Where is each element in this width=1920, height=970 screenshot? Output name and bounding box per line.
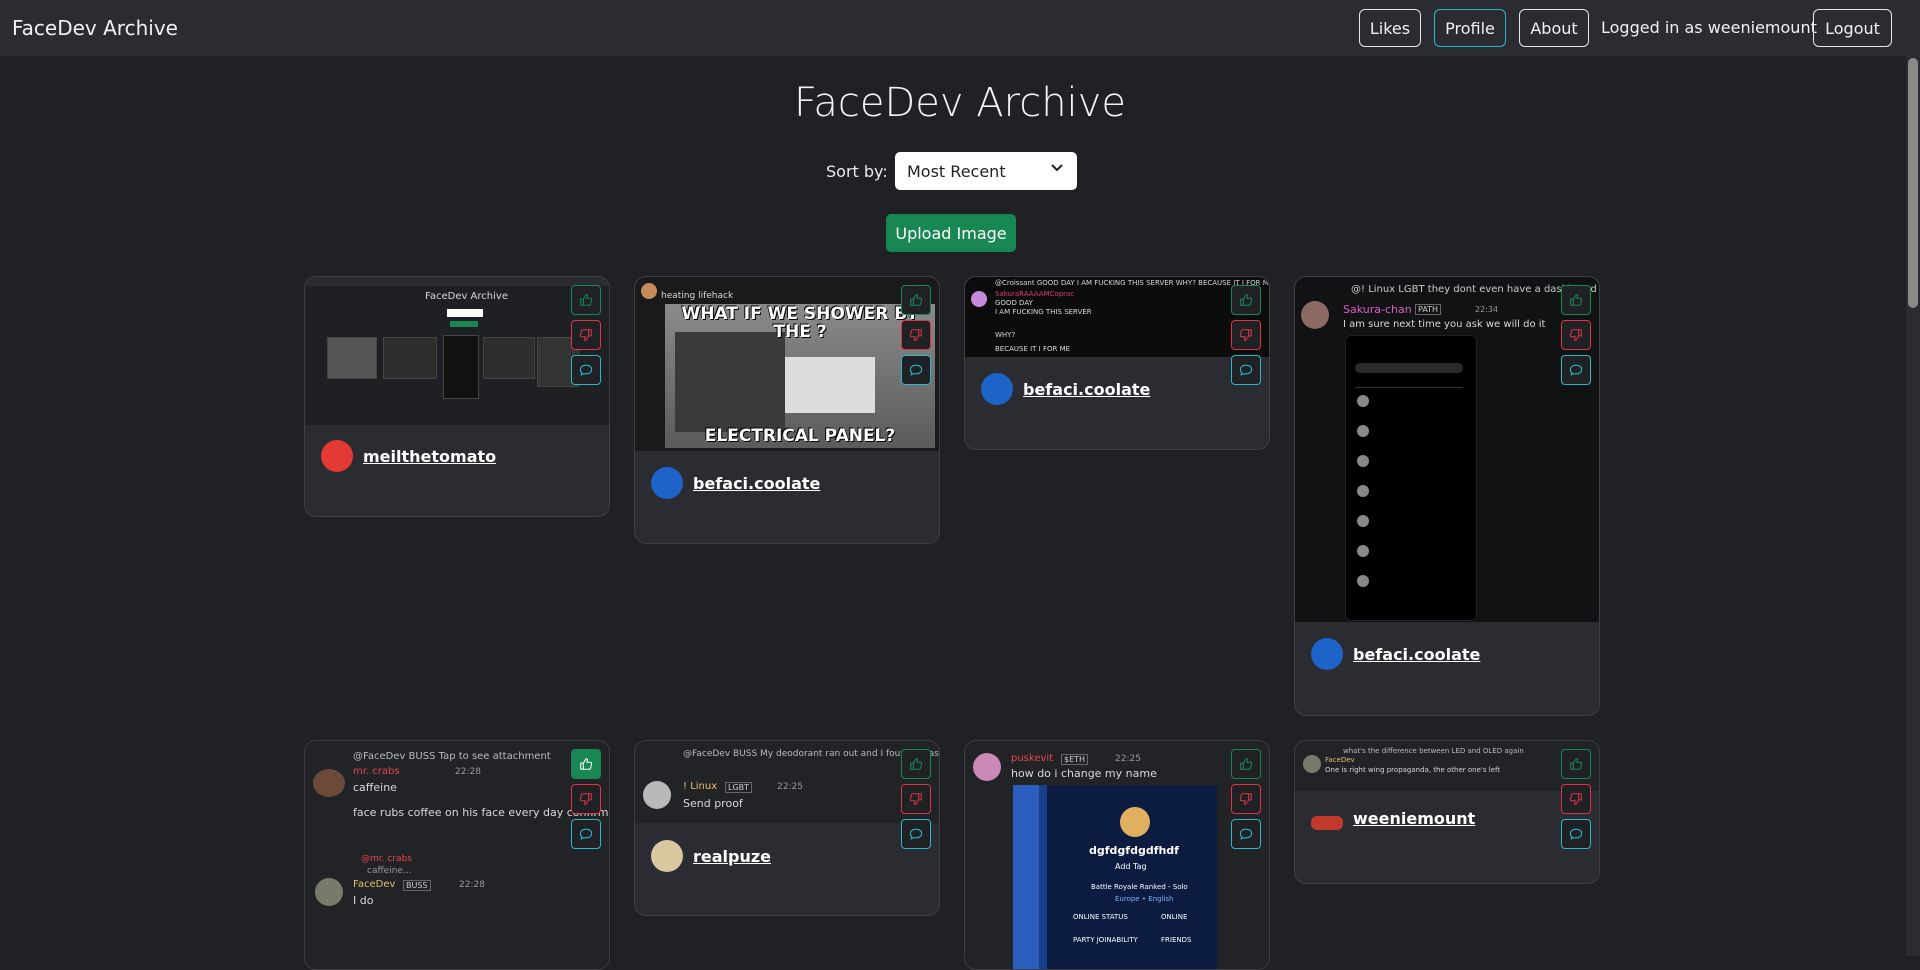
comment-icon	[1569, 827, 1583, 841]
avatar	[981, 373, 1013, 405]
thumbs-down-icon	[1569, 328, 1583, 342]
comment-button[interactable]	[1231, 355, 1261, 385]
avatar	[321, 440, 353, 472]
comment-icon	[909, 363, 923, 377]
author-name[interactable]: befaci.coolate	[693, 474, 820, 493]
thumbs-down-icon	[1239, 328, 1253, 342]
image-card[interactable]: @! Linux LGBT they dont even have a dash…	[1294, 276, 1600, 716]
navbar: FaceDev Archive Likes Profile About Logg…	[0, 0, 1920, 56]
dislike-button[interactable]	[1561, 320, 1591, 350]
card-author[interactable]: weeniemount	[1311, 807, 1475, 830]
image-card[interactable]: @FaceDev BUSS Tap to see attachment mr. …	[304, 740, 610, 970]
thumbs-down-icon	[909, 792, 923, 806]
dislike-button[interactable]	[1231, 784, 1261, 814]
like-button[interactable]	[571, 749, 601, 779]
avatar	[1311, 816, 1343, 830]
like-button[interactable]	[1231, 749, 1261, 779]
card-image[interactable]: puskevit $ETH 22:25 how do i change my n…	[965, 741, 1269, 969]
dislike-button[interactable]	[571, 320, 601, 350]
image-card[interactable]: @Croissant GOOD DAY I AM FUCKING THIS SE…	[964, 276, 1270, 450]
comment-button[interactable]	[901, 819, 931, 849]
likes-button[interactable]: Likes	[1359, 9, 1421, 47]
thumbs-down-icon	[579, 328, 593, 342]
author-name[interactable]: weeniemount	[1353, 809, 1475, 828]
thumbs-up-icon	[1239, 293, 1253, 307]
thumbs-up-icon	[579, 757, 593, 771]
card-image[interactable]: @! Linux LGBT they dont even have a dash…	[1295, 277, 1599, 622]
dislike-button[interactable]	[901, 784, 931, 814]
dislike-button[interactable]	[1561, 784, 1591, 814]
logged-in-status: Logged in as weeniemount	[1601, 18, 1817, 37]
page-title: FaceDev Archive	[794, 80, 1126, 126]
image-card[interactable]: @FaceDev BUSS My deodorant ran out and I…	[634, 740, 940, 916]
dislike-button[interactable]	[1231, 320, 1261, 350]
about-button[interactable]: About	[1519, 9, 1589, 47]
thumbs-up-icon	[1569, 293, 1583, 307]
comment-icon	[1239, 827, 1253, 841]
image-card[interactable]: FaceDev Archive meilthetomato	[304, 276, 610, 517]
comment-button[interactable]	[571, 819, 601, 849]
upload-image-button[interactable]: Upload Image	[886, 214, 1016, 252]
logout-button[interactable]: Logout	[1813, 9, 1892, 47]
avatar	[1311, 638, 1343, 670]
like-button[interactable]	[901, 285, 931, 315]
thumbs-down-icon	[1569, 792, 1583, 806]
like-button[interactable]	[1561, 749, 1591, 779]
comment-button[interactable]	[901, 355, 931, 385]
comment-button[interactable]	[571, 355, 601, 385]
comment-icon	[909, 827, 923, 841]
thumbs-down-icon	[909, 328, 923, 342]
author-name[interactable]: befaci.coolate	[1023, 380, 1150, 399]
sort-select-value: Most Recent	[907, 161, 1006, 181]
card-image[interactable]: @Croissant GOOD DAY I AM FUCKING THIS SE…	[965, 277, 1269, 357]
thumbs-down-icon	[1239, 792, 1253, 806]
dislike-button[interactable]	[571, 784, 601, 814]
card-author[interactable]: befaci.coolate	[1311, 638, 1480, 670]
card-author[interactable]: meilthetomato	[321, 440, 496, 472]
comment-icon	[1569, 363, 1583, 377]
image-card[interactable]: heating lifehack WHAT IF WE SHOWER BY TH…	[634, 276, 940, 544]
comment-icon	[1239, 363, 1253, 377]
thumbs-up-icon	[1239, 757, 1253, 771]
thumbs-up-icon	[1569, 757, 1583, 771]
author-name[interactable]: meilthetomato	[363, 447, 496, 466]
thumbs-up-icon	[579, 293, 593, 307]
like-button[interactable]	[1561, 285, 1591, 315]
brand-link[interactable]: FaceDev Archive	[12, 16, 178, 40]
author-name[interactable]: realpuze	[693, 847, 771, 866]
thumbs-up-icon	[909, 293, 923, 307]
profile-button[interactable]: Profile	[1434, 9, 1506, 47]
like-button[interactable]	[571, 285, 601, 315]
sort-select[interactable]: Most Recent	[895, 152, 1077, 190]
thumbs-up-icon	[909, 757, 923, 771]
card-image[interactable]: FaceDev Archive	[305, 277, 609, 425]
sort-label: Sort by:	[826, 162, 888, 181]
avatar	[651, 840, 683, 872]
chevron-down-icon	[1051, 164, 1063, 172]
card-author[interactable]: befaci.coolate	[651, 467, 820, 499]
avatar	[651, 467, 683, 499]
card-image[interactable]: heating lifehack WHAT IF WE SHOWER BY TH…	[635, 277, 939, 451]
card-image[interactable]: what's the difference between LED and OL…	[1295, 741, 1599, 791]
thumbs-down-icon	[579, 792, 593, 806]
card-image[interactable]: @FaceDev BUSS My deodorant ran out and I…	[635, 741, 939, 823]
card-image[interactable]: @FaceDev BUSS Tap to see attachment mr. …	[305, 741, 609, 969]
like-button[interactable]	[901, 749, 931, 779]
like-button[interactable]	[1231, 285, 1261, 315]
image-card[interactable]: what's the difference between LED and OL…	[1294, 740, 1600, 884]
comment-icon	[579, 363, 593, 377]
comment-icon	[579, 827, 593, 841]
comment-button[interactable]	[1561, 355, 1591, 385]
image-card[interactable]: puskevit $ETH 22:25 how do i change my n…	[964, 740, 1270, 970]
card-author[interactable]: befaci.coolate	[981, 373, 1150, 405]
comment-button[interactable]	[1231, 819, 1261, 849]
author-name[interactable]: befaci.coolate	[1353, 645, 1480, 664]
dislike-button[interactable]	[901, 320, 931, 350]
page-scrollbar-thumb[interactable]	[1908, 58, 1918, 308]
comment-button[interactable]	[1561, 819, 1591, 849]
card-author[interactable]: realpuze	[651, 840, 771, 872]
